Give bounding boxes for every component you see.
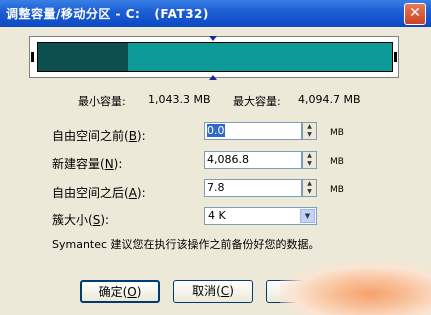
free-after-unit: MB — [330, 185, 344, 195]
new-size-spinner[interactable]: ▲ ▼ — [302, 151, 317, 169]
free-before-unit: MB — [330, 128, 344, 138]
bottom-marker-icon — [209, 75, 217, 80]
spin-up-icon[interactable]: ▲ — [303, 152, 316, 160]
cluster-size-select[interactable]: 4 K ▼ — [204, 207, 317, 225]
partition-bar[interactable] — [37, 42, 393, 72]
free-after-label: 自由空间之后(A): — [52, 186, 146, 200]
free-after-spinner[interactable]: ▲ ▼ — [302, 179, 317, 197]
free-before-input[interactable]: 0.0 — [204, 122, 302, 140]
ok-button[interactable]: 确定(O) — [80, 280, 160, 303]
new-size-label: 新建容量(N): — [52, 157, 123, 171]
cluster-size-value: 4 K — [208, 209, 226, 222]
close-button[interactable]: ✕ — [404, 3, 426, 25]
free-before-label: 自由空间之前(B): — [52, 129, 146, 143]
cancel-button[interactable]: 取消(C) — [173, 280, 253, 303]
cluster-size-label: 簇大小(S): — [52, 213, 110, 227]
title-bar[interactable]: 调整容量/移动分区 - C: (FAT32) ✕ — [0, 0, 431, 27]
partition-used-region — [38, 43, 128, 71]
spin-up-icon[interactable]: ▲ — [303, 123, 316, 131]
watermark-blob — [280, 262, 431, 315]
spin-down-icon[interactable]: ▼ — [303, 131, 316, 139]
min-size-label: 最小容量: — [78, 95, 126, 108]
backup-note: Symantec 建议您在执行该操作之前备份好您的数据。 — [52, 238, 320, 251]
new-size-unit: MB — [330, 157, 344, 167]
max-size-label: 最大容量: — [233, 95, 281, 108]
top-marker-icon — [209, 36, 217, 41]
spin-up-icon[interactable]: ▲ — [303, 180, 316, 188]
min-size-value: 1,043.3 MB — [148, 93, 211, 106]
free-after-input[interactable]: 7.8 — [204, 179, 302, 197]
resize-move-dialog: 调整容量/移动分区 - C: (FAT32) ✕ 最小容量: 1,043.3 M… — [0, 0, 431, 315]
dialog-title: 调整容量/移动分区 - C: (FAT32) — [6, 7, 209, 21]
spin-down-icon[interactable]: ▼ — [303, 188, 316, 196]
left-resize-handle[interactable] — [31, 52, 34, 62]
max-size-value: 4,094.7 MB — [298, 93, 361, 106]
new-size-input[interactable]: 4,086.8 — [204, 151, 302, 169]
chevron-down-icon[interactable]: ▼ — [300, 209, 315, 223]
free-before-spinner[interactable]: ▲ ▼ — [302, 122, 317, 140]
spin-down-icon[interactable]: ▼ — [303, 160, 316, 168]
partition-map[interactable] — [29, 36, 399, 78]
right-resize-handle[interactable] — [394, 52, 397, 62]
